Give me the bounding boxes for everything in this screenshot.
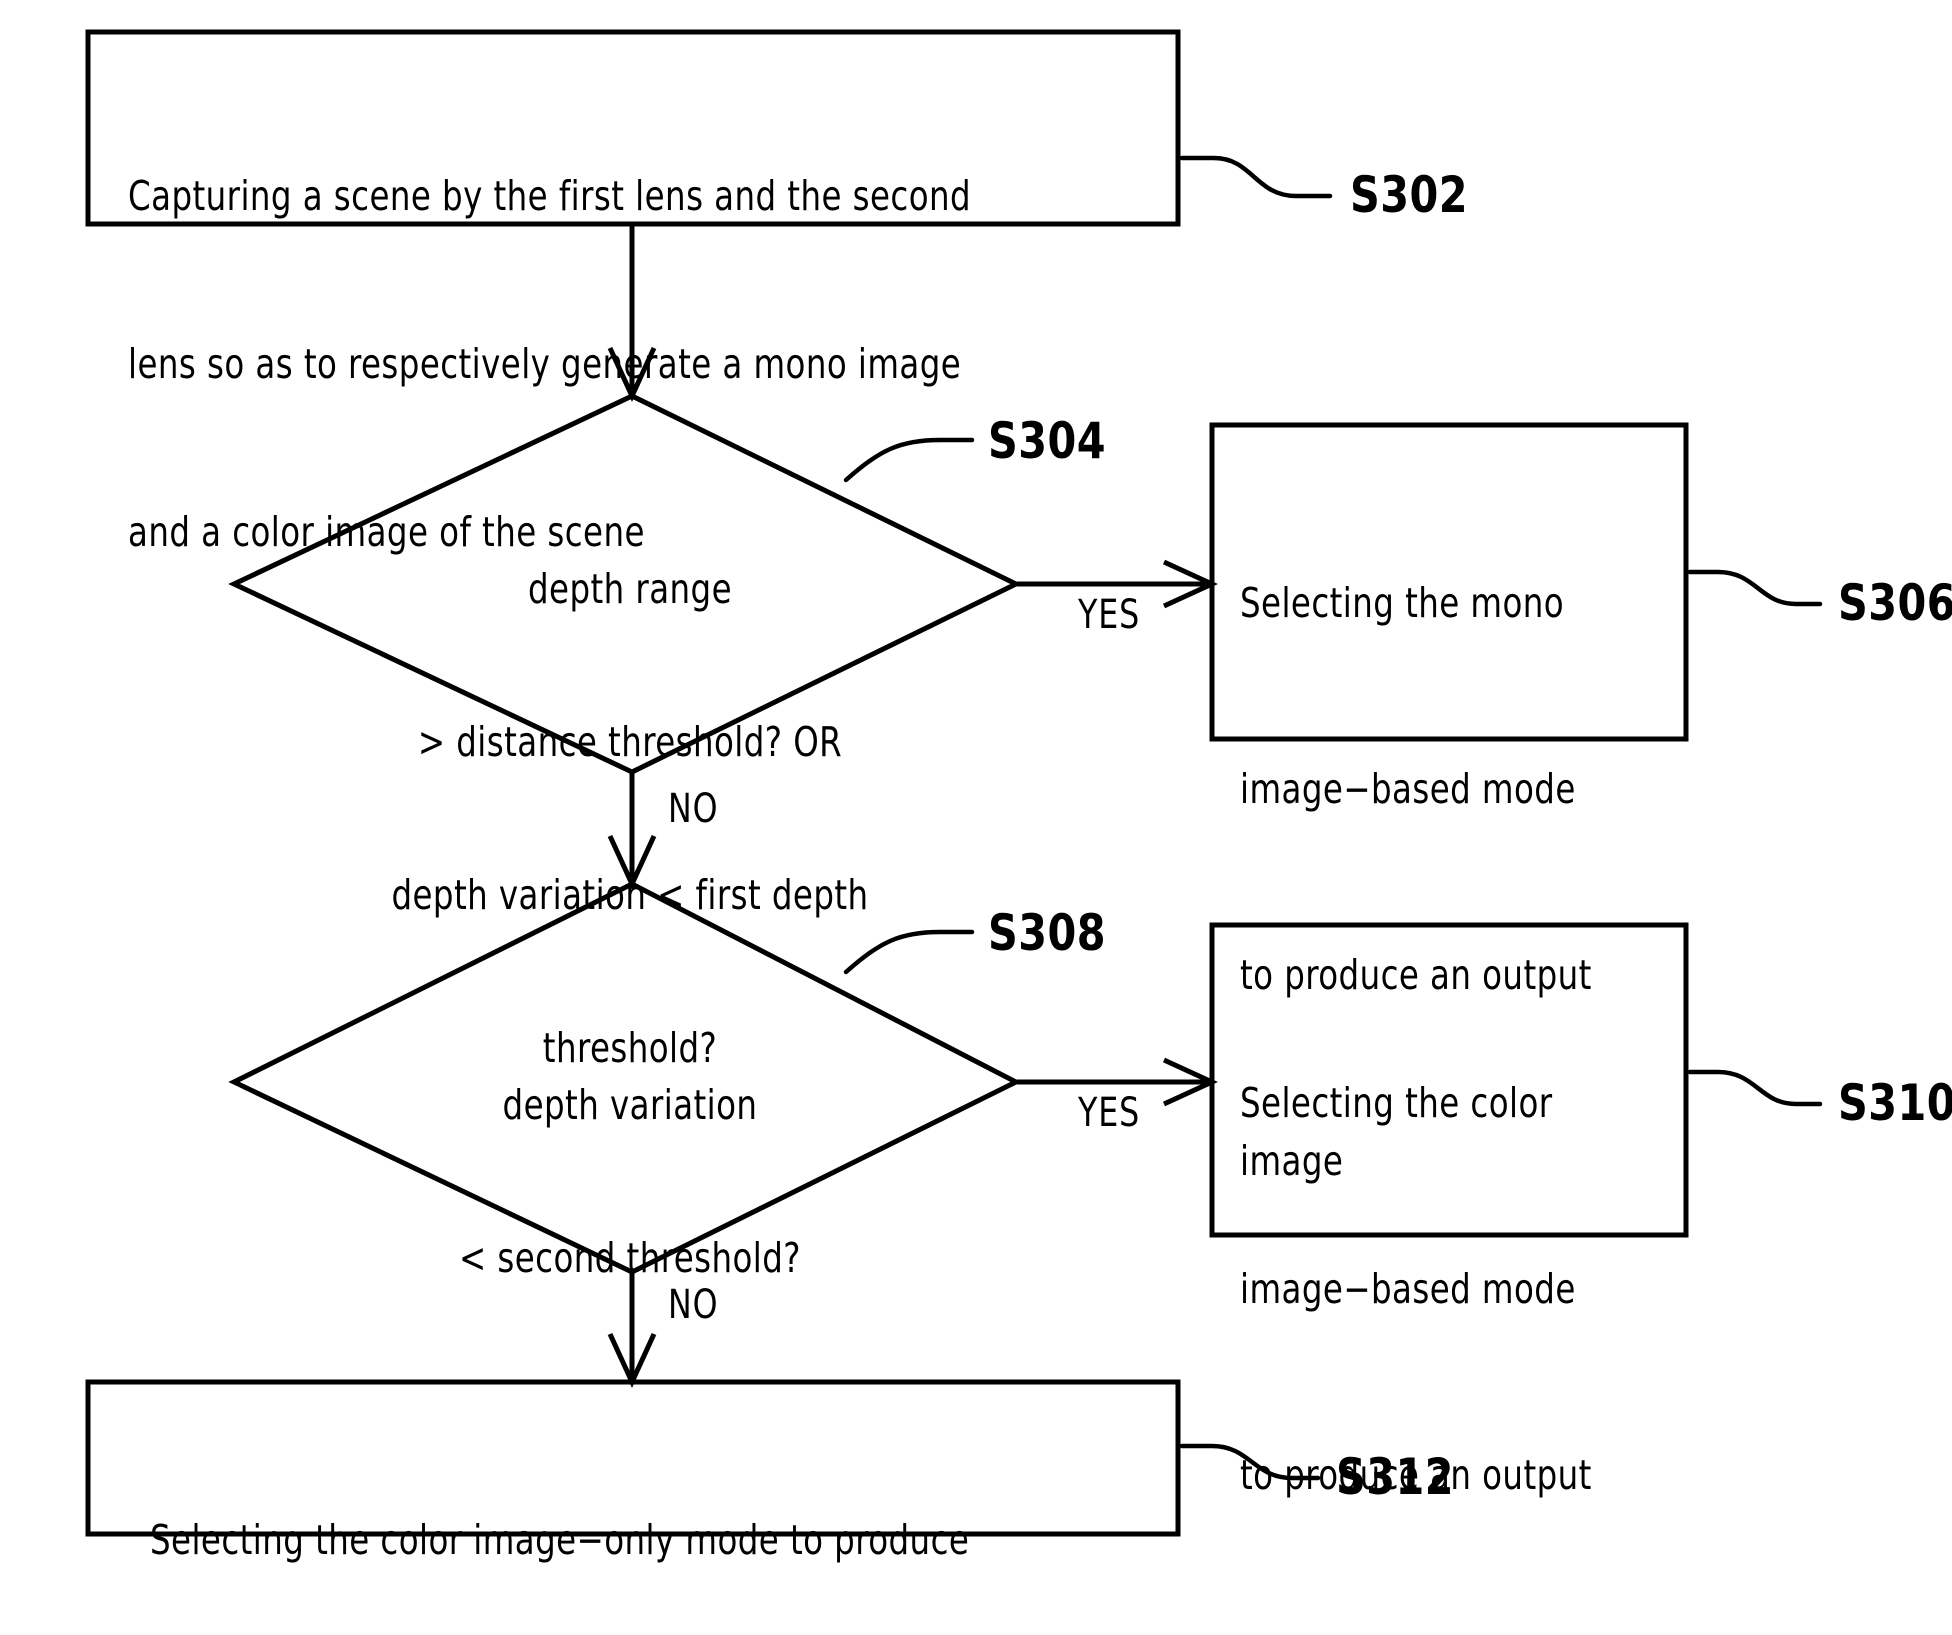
node-s312-text: Selecting the color image−only mode to p… [150,1400,1056,1635]
node-s310-text: Selecting the color image−based mode to … [1240,948,1654,1635]
node-s310-line-2: image−based mode [1240,1265,1576,1313]
step-label-s302: S302 [1350,166,1469,224]
step-label-s304: S304 [988,412,1107,470]
edge-label-s308-yes: YES [1078,1090,1141,1136]
node-s304-line-1: depth range [527,565,733,613]
step-label-s306: S306 [1838,574,1952,632]
node-s302-line-2: lens so as to respectively generate a mo… [128,340,962,388]
step-label-s312: S312 [1336,1448,1455,1506]
node-s310-line-1: Selecting the color [1240,1079,1553,1127]
node-s304-line-2: > distance threshold? OR [417,718,843,766]
node-s304-line-3: depth variation < first depth [391,871,869,919]
node-s302-line-1: Capturing a scene by the first lens and … [128,172,972,220]
leader-s306 [1687,569,1823,607]
flowchart-canvas: Capturing a scene by the first lens and … [0,0,1952,1635]
node-s308-line-2: < second threshold? [459,1234,801,1282]
leader-s302 [1179,155,1333,199]
step-label-s310: S310 [1838,1074,1952,1132]
node-s308-text: depth variation < second threshold? [287,978,973,1386]
edge-label-s304-yes: YES [1078,592,1141,638]
node-s310-line-4: image [1240,1630,1654,1635]
node-s308-line-1: depth variation [502,1081,758,1129]
leader-s310 [1687,1069,1823,1107]
edge-label-s308-no: NO [668,1282,719,1328]
node-s306-line-2: image−based mode [1240,765,1576,813]
edge-label-s304-no: NO [668,786,719,832]
step-label-s308: S308 [988,904,1107,962]
node-s306-line-1: Selecting the mono [1240,579,1565,627]
node-s312-line-1: Selecting the color image−only mode to p… [150,1516,970,1564]
